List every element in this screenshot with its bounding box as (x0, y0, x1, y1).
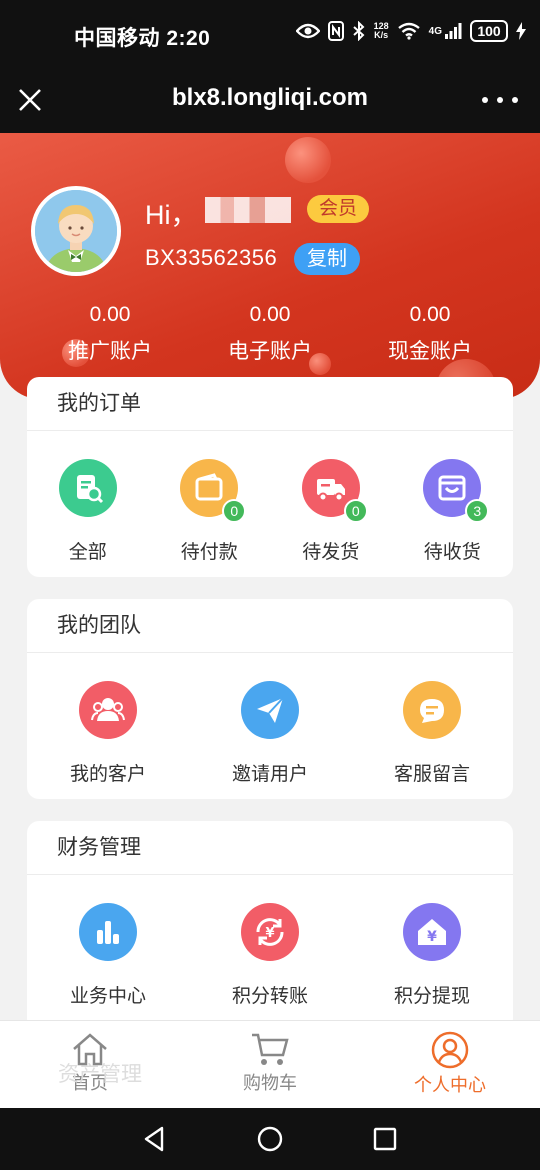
yen-house-icon: ¥ (403, 903, 461, 961)
recents-icon[interactable] (370, 1124, 400, 1154)
username-redacted (205, 197, 291, 223)
account-cash[interactable]: 0.00 现金账户 (355, 303, 505, 365)
svg-text:¥: ¥ (265, 926, 274, 941)
wallet-icon: 0 (180, 459, 247, 523)
finance-item-label: 积分提现 (393, 986, 470, 1007)
cart-icon (252, 1033, 289, 1065)
order-search-icon (58, 459, 117, 517)
paper-plane-icon (241, 681, 299, 739)
order-item-label: 待发货 (302, 542, 360, 563)
signal-icon: 4G (429, 22, 462, 40)
account-label: 电子账户 (228, 340, 312, 363)
status-bar: 中国移动 2:20 128 K/s 4G 100 (0, 0, 540, 66)
nav-label: 购物车 (243, 1073, 297, 1093)
account-label: 推广账户 (68, 340, 152, 363)
avatar[interactable] (31, 186, 121, 276)
account-amount: 0.00 (89, 303, 131, 326)
bluetooth-icon (352, 21, 366, 41)
team-item-label: 客服留言 (393, 764, 470, 785)
finance-points-transfer[interactable]: ¥ 积分转账 (189, 903, 351, 1008)
order-item-label: 待收货 (423, 542, 481, 563)
order-pending-payment[interactable]: 0 待付款 (149, 459, 271, 564)
account-amount: 0.00 (249, 303, 291, 326)
account-label: 现金账户 (388, 340, 472, 363)
order-item-label: 全部 (68, 542, 107, 563)
browser-bar: blx8.longliqi.com (0, 66, 540, 133)
carrier-time: 中国移动 2:20 (74, 27, 211, 50)
battery-indicator: 100 (470, 20, 508, 42)
shopping-bag-icon: 3 (423, 459, 490, 523)
order-all[interactable]: 全部 (27, 459, 149, 564)
network-speed: 128 K/s (374, 22, 389, 40)
user-id: BX33562356 (145, 245, 278, 270)
nav-cart[interactable]: 购物车 (180, 1021, 360, 1108)
chat-message-icon (403, 681, 461, 739)
eye-icon (295, 23, 320, 39)
member-badge: 会员 (307, 195, 370, 223)
more-options-icon[interactable] (482, 84, 518, 116)
page-url: blx8.longliqi.com (171, 84, 369, 111)
finance-business-center[interactable]: 业务中心 (27, 903, 189, 1008)
back-icon[interactable] (140, 1124, 170, 1154)
team-item-label: 我的客户 (69, 764, 146, 785)
yen-transfer-icon: ¥ (241, 903, 299, 961)
status-icons: 128 K/s 4G 100 (295, 20, 526, 42)
count-badge: 3 (465, 499, 490, 523)
finance-item-label: 积分转账 (231, 986, 308, 1007)
finance-item-label: 业务中心 (69, 986, 146, 1007)
delivery-truck-icon: 0 (301, 459, 368, 523)
finance-card: 财务管理 业务中心 ¥ 积分转账 ¥ 积分提现 (27, 821, 513, 1031)
count-badge: 0 (222, 499, 247, 523)
greeting: Hi， (145, 200, 198, 230)
team-item-label: 邀请用户 (231, 764, 308, 785)
finance-title: 财务管理 (27, 821, 513, 875)
nav-label: 个人中心 (414, 1075, 486, 1095)
team-invite-users[interactable]: 邀请用户 (189, 681, 351, 786)
team-my-customers[interactable]: 我的客户 (27, 681, 189, 786)
copy-button[interactable]: 复制 (294, 243, 360, 275)
order-pending-shipment[interactable]: 0 待发货 (270, 459, 392, 564)
customers-icon (79, 681, 137, 739)
profile-header: Hi， 会员 BX33562356 复制 0.00 推广账户 0.00 电子账户… (0, 133, 540, 399)
order-pending-receipt[interactable]: 3 待收货 (392, 459, 514, 564)
account-promotion[interactable]: 0.00 推广账户 (35, 303, 185, 365)
system-nav-bar (0, 1108, 540, 1170)
account-amount: 0.00 (409, 303, 451, 326)
finance-points-withdraw[interactable]: ¥ 积分提现 (351, 903, 513, 1008)
orders-card: 我的订单 全部 0 待付款 0 待发货 3 待收货 (27, 377, 513, 577)
order-item-label: 待付款 (180, 542, 238, 563)
nfc-icon (327, 21, 344, 41)
wifi-icon (397, 22, 421, 40)
account-electronic[interactable]: 0.00 电子账户 (195, 303, 345, 365)
team-title: 我的团队 (27, 599, 513, 653)
nav-profile[interactable]: 个人中心 (360, 1021, 540, 1108)
ghost-section-title: 资产管理 (58, 1063, 142, 1086)
home-circle-icon[interactable] (255, 1124, 285, 1154)
svg-text:¥: ¥ (427, 929, 437, 945)
orders-title: 我的订单 (27, 377, 513, 431)
charging-icon (516, 22, 526, 40)
team-card: 我的团队 我的客户 邀请用户 客服留言 (27, 599, 513, 799)
network-type: 4G (428, 25, 442, 37)
team-support-message[interactable]: 客服留言 (351, 681, 513, 786)
decor-bubble (285, 137, 331, 183)
speed-unit: K/s (374, 30, 389, 40)
profile-icon (431, 1031, 469, 1069)
count-badge: 0 (343, 499, 368, 523)
bar-chart-icon (79, 903, 137, 961)
